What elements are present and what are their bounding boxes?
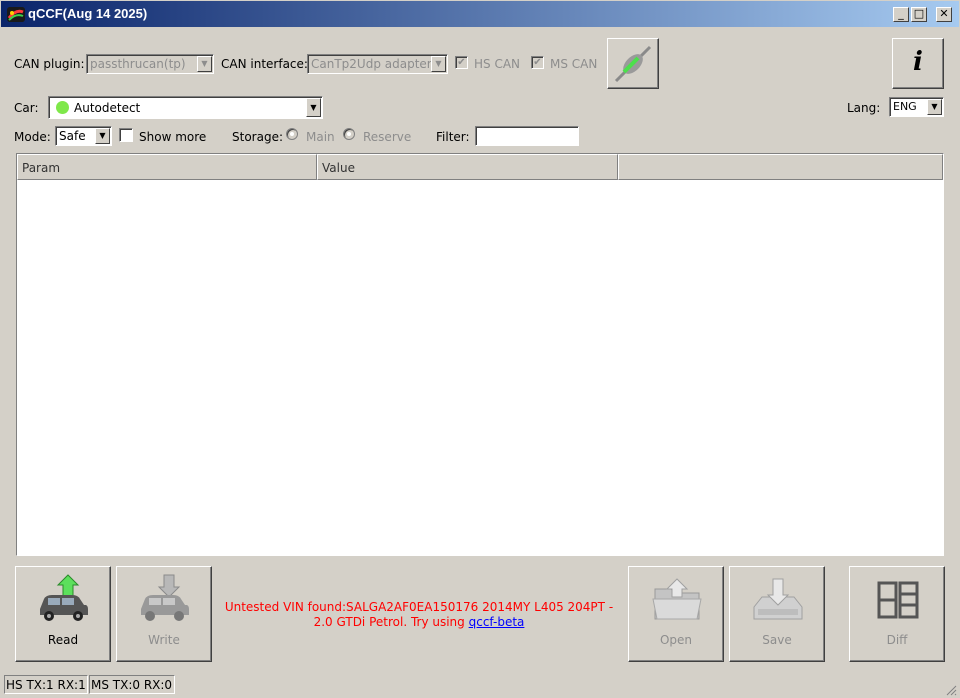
open-button[interactable]: Open [628, 566, 724, 662]
connect-button[interactable] [607, 38, 659, 89]
ms-status: MS TX:0 RX:0 [89, 675, 175, 694]
car-select[interactable]: Autodetect ▼ [48, 96, 323, 119]
vin-message: Untested VIN found:SALGA2AF0EA150176 201… [216, 600, 622, 630]
can-plugin-label: CAN plugin: [14, 57, 85, 71]
ms-can-checkbox[interactable]: ✔ [531, 56, 544, 69]
open-folder-icon [652, 578, 702, 620]
column-header-param[interactable]: Param [17, 154, 317, 180]
column-header-value[interactable]: Value [317, 154, 618, 180]
mode-value: Safe [59, 129, 86, 143]
storage-reserve-label: Reserve [363, 130, 412, 144]
chevron-down-icon: ▼ [431, 56, 446, 72]
minimize-button[interactable]: _ [893, 7, 909, 22]
chevron-down-icon: ▼ [927, 99, 942, 115]
can-interface-label: CAN interface: [221, 57, 308, 71]
open-label: Open [659, 633, 693, 647]
hs-status: HS TX:1 RX:1 [4, 675, 88, 694]
filter-input[interactable] [475, 126, 579, 146]
write-button[interactable]: Write [116, 566, 212, 662]
show-more-checkbox[interactable] [119, 128, 133, 142]
save-button[interactable]: Save [729, 566, 825, 662]
chevron-down-icon: ▼ [95, 128, 110, 144]
storage-main-label: Main [306, 130, 335, 144]
can-plugin-select[interactable]: passthrucan(tp) ▼ [86, 54, 214, 74]
save-label: Save [762, 633, 792, 647]
vin-message-text: Untested VIN found:SALGA2AF0EA150176 201… [224, 600, 614, 629]
ms-can-label: MS CAN [550, 57, 598, 71]
plug-icon [614, 45, 652, 83]
close-button[interactable]: ✕ [936, 7, 952, 22]
info-icon: i [913, 47, 923, 77]
read-label: Read [47, 633, 79, 647]
read-car-icon [40, 574, 88, 621]
storage-reserve-radio[interactable] [343, 128, 355, 140]
car-value: Autodetect [74, 101, 141, 115]
lang-select[interactable]: ENG ▼ [889, 97, 944, 117]
can-interface-value: CanTp2Udp adapter [311, 57, 432, 71]
chevron-down-icon: ▼ [197, 56, 212, 72]
mode-select[interactable]: Safe ▼ [55, 126, 112, 146]
chevron-down-icon: ▼ [306, 98, 321, 117]
storage-label: Storage: [232, 130, 283, 144]
write-label: Write [148, 633, 180, 647]
lang-value: ENG [893, 100, 917, 113]
app-icon [7, 7, 25, 22]
diff-button[interactable]: Diff [849, 566, 945, 662]
read-button[interactable]: Read [15, 566, 111, 662]
lang-label: Lang: [847, 101, 881, 115]
hs-can-label: HS CAN [474, 57, 521, 71]
param-table[interactable]: Param Value [16, 153, 944, 556]
mode-label: Mode: [14, 130, 51, 144]
car-label: Car: [14, 101, 39, 115]
diff-icon [877, 581, 919, 619]
write-car-icon [141, 574, 189, 621]
can-interface-select[interactable]: CanTp2Udp adapter ▼ [307, 54, 448, 74]
diff-label: Diff [886, 633, 908, 647]
show-more-label: Show more [139, 130, 207, 144]
info-button[interactable]: i [892, 38, 944, 89]
storage-main-radio[interactable] [286, 128, 298, 140]
maximize-button[interactable]: □ [911, 7, 927, 22]
title-bar[interactable]: qCCF(Aug 14 2025) _ □ ✕ [0, 0, 960, 28]
resize-grip-icon[interactable] [945, 684, 957, 696]
can-plugin-value: passthrucan(tp) [90, 57, 186, 71]
window-title: qCCF(Aug 14 2025) [28, 6, 148, 21]
qccf-beta-link[interactable]: qccf-beta [469, 615, 525, 629]
column-header-extra[interactable] [618, 154, 943, 180]
status-dot-icon [56, 101, 69, 114]
hs-can-checkbox[interactable]: ✔ [455, 56, 468, 69]
filter-label: Filter: [436, 130, 470, 144]
save-icon [753, 578, 803, 620]
